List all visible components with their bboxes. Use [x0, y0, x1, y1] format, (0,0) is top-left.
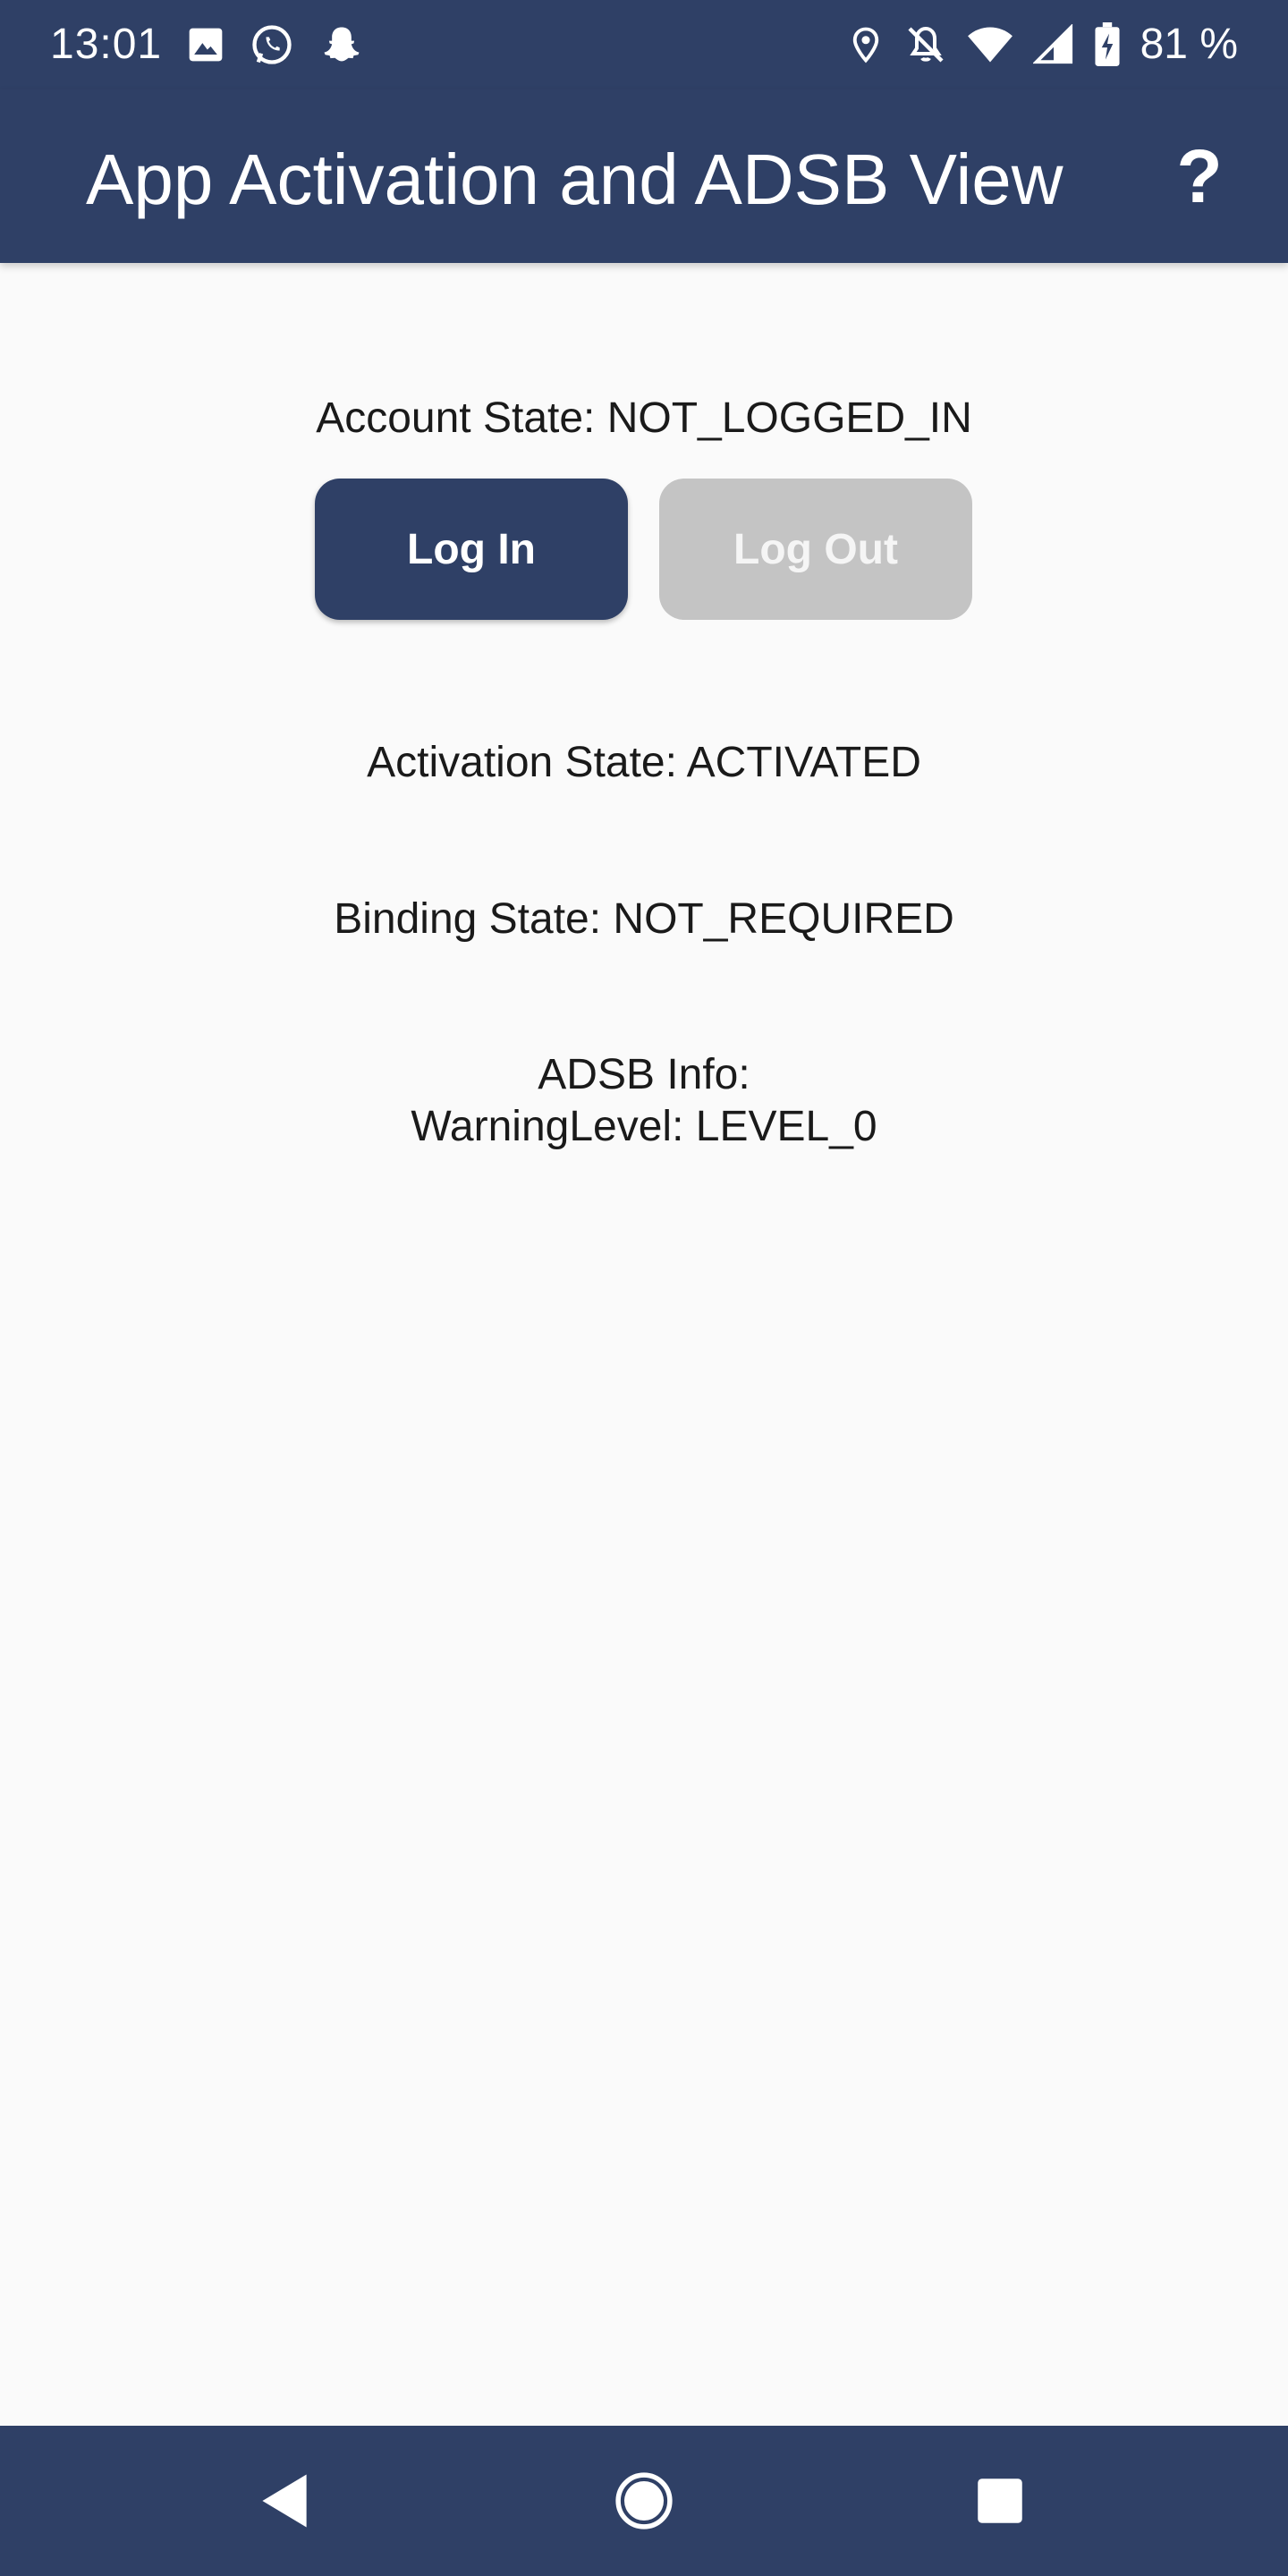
account-state-text: Account State: NOT_LOGGED_IN	[316, 394, 972, 442]
snapchat-icon	[318, 21, 365, 68]
back-icon	[258, 2472, 311, 2529]
battery-percentage: 81 %	[1140, 21, 1238, 68]
app-bar: App Activation and ADSB View ?	[0, 89, 1288, 263]
back-button[interactable]	[240, 2456, 329, 2546]
log-in-label: Log In	[407, 525, 536, 573]
location-icon	[847, 23, 885, 66]
log-out-button[interactable]: Log Out	[659, 479, 972, 620]
image-icon	[186, 25, 225, 64]
status-time: 13:01	[50, 21, 163, 68]
page-title: App Activation and ADSB View	[86, 140, 1063, 219]
whatsapp-icon	[249, 21, 295, 68]
recents-icon	[976, 2477, 1024, 2525]
recents-button[interactable]	[955, 2456, 1045, 2546]
help-button[interactable]: ?	[1150, 127, 1249, 225]
activation-state-text: Activation State: ACTIVATED	[367, 739, 921, 786]
home-button[interactable]	[599, 2456, 689, 2546]
home-icon	[614, 2471, 674, 2530]
navigation-bar	[0, 2426, 1288, 2576]
log-in-button[interactable]: Log In	[315, 479, 628, 620]
status-icons-right: 81 %	[847, 18, 1238, 72]
battery-charging-icon	[1094, 22, 1121, 67]
status-icons-left	[186, 21, 365, 68]
log-out-label: Log Out	[733, 525, 898, 573]
adsb-warning-level-text: WarningLevel: LEVEL_0	[411, 1103, 877, 1150]
signal-icon	[1032, 24, 1074, 65]
binding-state-text: Binding State: NOT_REQUIRED	[334, 895, 954, 943]
main-content: Account State: NOT_LOGGED_IN Log In Log …	[0, 263, 1288, 2426]
wifi-icon	[967, 24, 1013, 65]
status-bar: 13:01 81 %	[0, 0, 1288, 89]
adsb-info-label: ADSB Info:	[538, 1051, 750, 1098]
notifications-off-icon	[904, 23, 947, 66]
